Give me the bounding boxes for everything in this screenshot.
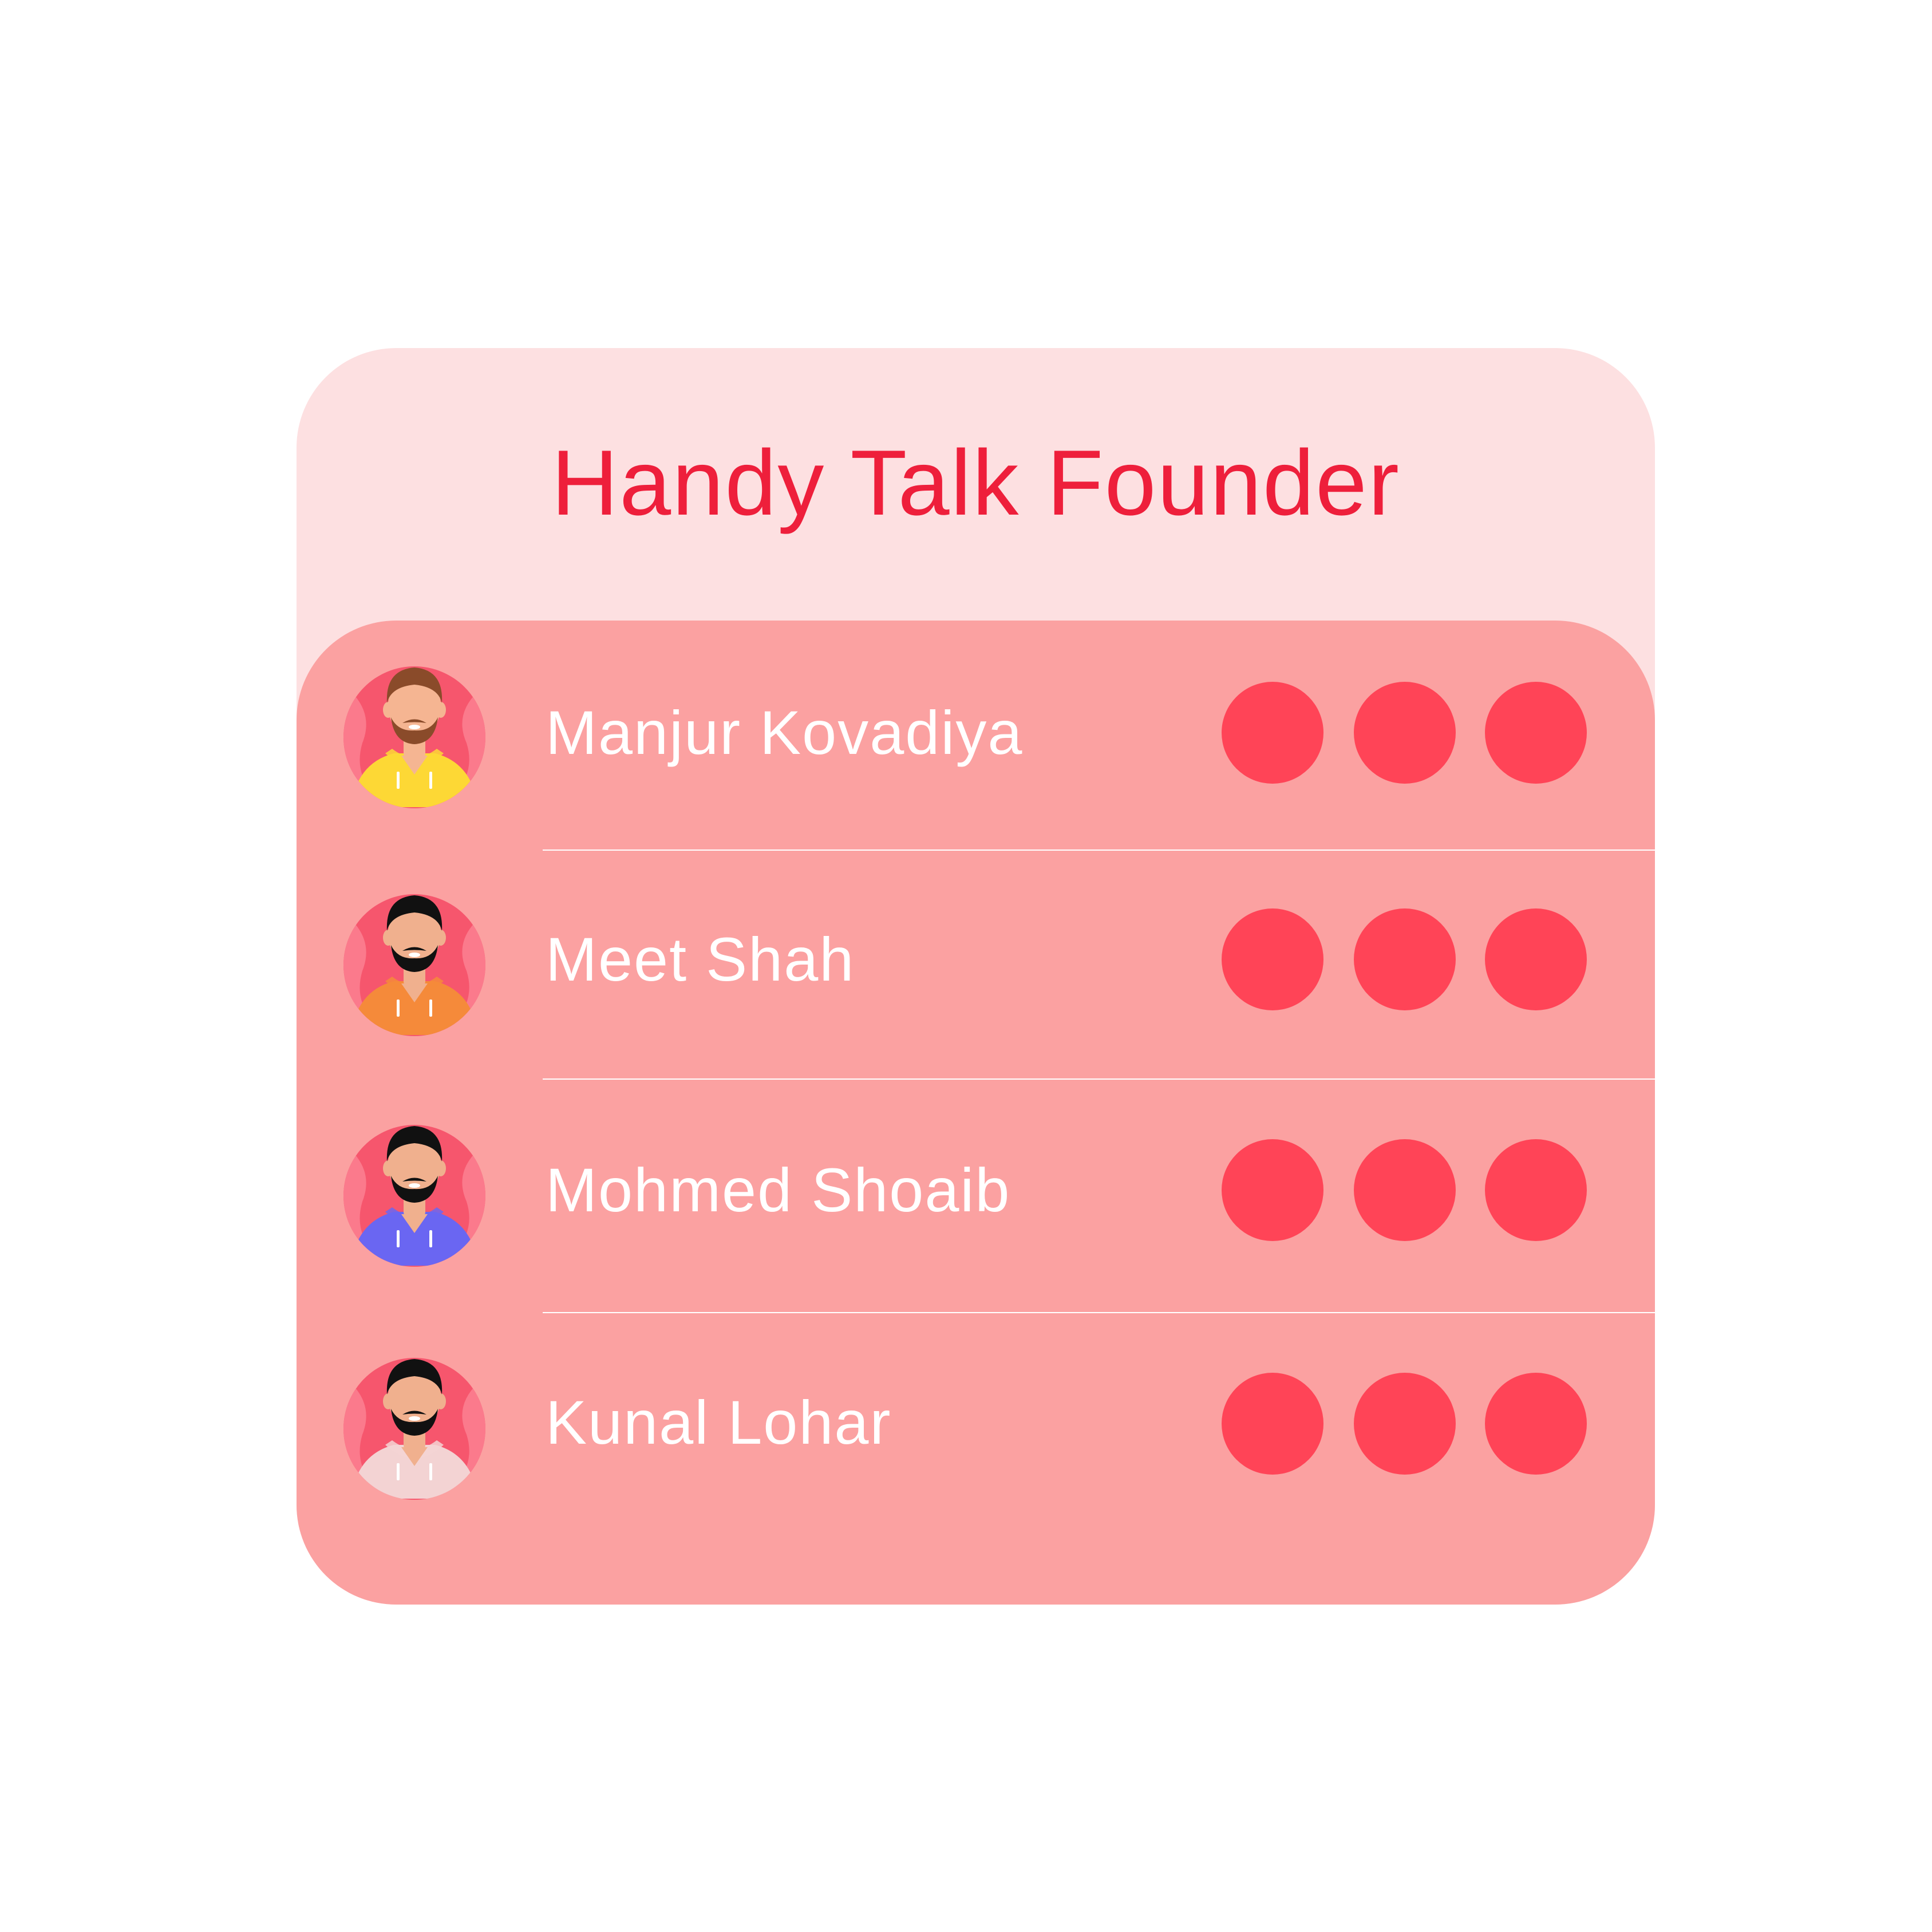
status-dot[interactable]: [1354, 682, 1456, 784]
status-dot[interactable]: [1222, 1373, 1323, 1475]
status-dot[interactable]: [1222, 908, 1323, 1010]
avatar: [339, 885, 489, 1036]
status-dot[interactable]: [1222, 682, 1323, 784]
founders-list: Manjur Kovadiya Meet Shah Mohmed Shoaib …: [297, 621, 1655, 1605]
man-avatar-white-hoodie-icon: [343, 1358, 485, 1500]
man-avatar-brown-hair-yellow-hoodie-icon: [343, 666, 485, 808]
status-dot[interactable]: [1354, 1373, 1456, 1475]
avatar: [339, 1349, 489, 1500]
status-dot[interactable]: [1354, 1139, 1456, 1241]
list-item[interactable]: Kunal Lohar: [297, 1313, 1655, 1542]
man-avatar-blue-hoodie-icon: [343, 1125, 485, 1267]
list-item[interactable]: Manjur Kovadiya: [297, 621, 1655, 850]
status-dot[interactable]: [1485, 1373, 1587, 1475]
avatar: [339, 1116, 489, 1267]
list-item[interactable]: Meet Shah: [297, 850, 1655, 1078]
status-dot[interactable]: [1485, 908, 1587, 1010]
status-dot[interactable]: [1354, 908, 1456, 1010]
founders-card: Handy Talk Founder Manjur Kovadiya Meet …: [297, 348, 1655, 1605]
man-avatar-orange-hoodie-icon: [343, 894, 485, 1036]
row-dots: [1222, 682, 1588, 784]
row-dots: [1222, 1139, 1588, 1241]
founder-name: Kunal Lohar: [546, 1388, 892, 1457]
founder-name: Meet Shah: [546, 924, 855, 994]
founder-name: Manjur Kovadiya: [546, 698, 1024, 767]
row-dots: [1222, 908, 1588, 1010]
status-dot[interactable]: [1485, 682, 1587, 784]
status-dot[interactable]: [1222, 1139, 1323, 1241]
card-title: Handy Talk Founder: [551, 431, 1400, 535]
list-item[interactable]: Mohmed Shoaib: [297, 1080, 1655, 1309]
founder-name: Mohmed Shoaib: [546, 1155, 1011, 1224]
status-dot[interactable]: [1485, 1139, 1587, 1241]
avatar: [339, 657, 489, 808]
row-dots: [1222, 1373, 1588, 1475]
